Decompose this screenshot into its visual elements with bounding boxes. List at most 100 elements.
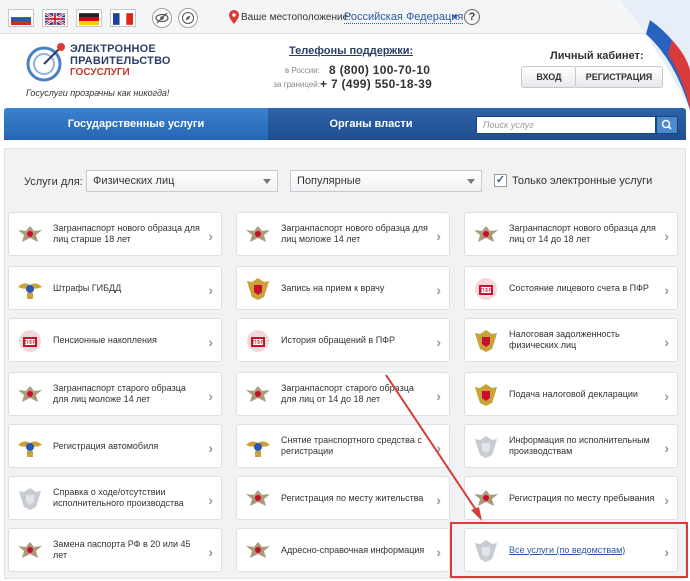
service-label: Состояние лицевого счета в ПФР <box>509 282 649 293</box>
support-phones-title[interactable]: Телефоны поддержки: <box>289 45 413 57</box>
eagle-emblem-icon <box>472 221 500 249</box>
only-electronic-label: Только электронные услуги <box>512 175 653 187</box>
service-label: Загранпаспорт старого образца для лиц мо… <box>53 383 186 404</box>
service-label: Запись на прием к врачу <box>281 282 385 293</box>
chevron-right-icon: › <box>208 492 213 508</box>
service-card[interactable]: Налоговая задолженность физических лиц › <box>464 318 678 362</box>
service-label: Информация по исполнительным производств… <box>509 435 650 456</box>
location-label: Ваше местоположение: <box>241 12 351 23</box>
pfr-emblem-icon: ПФР <box>244 327 272 355</box>
service-label: Регистрация автомобиля <box>53 440 159 451</box>
chevron-right-icon: › <box>208 334 213 350</box>
logo-text-line3: ГОСУСЛУГИ <box>70 67 130 78</box>
service-label: Загранпаспорт нового образца для лиц от … <box>509 223 656 244</box>
service-card[interactable]: Загранпаспорт нового образца для лиц мол… <box>236 212 450 256</box>
lang-french-flag-icon[interactable] <box>110 9 136 27</box>
service-label: Справка о ходе/отсутствии исполнительног… <box>53 487 184 508</box>
register-button[interactable]: РЕГИСТРАЦИЯ <box>575 66 663 88</box>
phone-abroad: + 7 (499) 550-18-39 <box>320 77 433 91</box>
chevron-right-icon: › <box>664 492 669 508</box>
tab-authorities[interactable]: Органы власти <box>268 108 474 140</box>
sort-select[interactable]: Популярные <box>290 170 482 192</box>
chevron-right-icon: › <box>208 228 213 244</box>
compass-icon[interactable] <box>178 8 198 28</box>
svg-text:ПФР: ПФР <box>252 340 263 346</box>
service-card[interactable]: Регистрация по месту пребывания › <box>464 476 678 520</box>
search-icon <box>661 119 672 130</box>
service-label: Регистрация по месту жительства <box>281 492 424 503</box>
service-label: Загранпаспорт нового образца для лиц ста… <box>53 223 200 244</box>
chevron-right-icon: › <box>664 282 669 298</box>
tab-gov-services[interactable]: Государственные услуги <box>4 108 268 140</box>
service-card[interactable]: Загранпаспорт старого образца для лиц от… <box>236 372 450 416</box>
service-card[interactable]: Снятие транспортного средства с регистра… <box>236 424 450 468</box>
service-label: Загранпаспорт старого образца для лиц от… <box>281 383 414 404</box>
login-button[interactable]: ВХОД <box>521 66 577 88</box>
gibdd-emblem-icon <box>244 433 272 461</box>
chevron-down-icon <box>263 179 271 184</box>
service-card[interactable]: Загранпаспорт старого образца для лиц мо… <box>8 372 222 416</box>
coat-of-arms-icon <box>244 275 272 303</box>
phone-abroad-label: за границей: <box>273 80 320 89</box>
chevron-right-icon: › <box>436 388 441 404</box>
only-electronic-checkbox[interactable]: ✓ <box>494 174 507 187</box>
gibdd-emblem-icon <box>16 433 44 461</box>
service-label: История обращений в ПФР <box>281 334 396 345</box>
service-card[interactable]: ПФР История обращений в ПФР › <box>236 318 450 362</box>
coat-of-arms-icon <box>472 327 500 355</box>
pfr-emblem-icon: ПФР <box>16 327 44 355</box>
service-label: Загранпаспорт нового образца для лиц мол… <box>281 223 428 244</box>
chevron-right-icon: › <box>664 388 669 404</box>
service-label: Регистрация по месту пребывания <box>509 492 655 503</box>
service-card[interactable]: Адресно-справочная информация › <box>236 528 450 572</box>
logo-text-line1: ЭЛЕКТРОННОЕ <box>70 43 156 55</box>
search-button[interactable] <box>656 116 678 134</box>
phone-russia: 8 (800) 100-70-10 <box>329 63 431 77</box>
chevron-right-icon: › <box>208 544 213 560</box>
service-card[interactable]: Регистрация по месту жительства › <box>236 476 450 520</box>
location-pin-icon <box>229 10 239 24</box>
service-label: Пенсионные накопления <box>53 334 157 345</box>
eagle-emblem-icon <box>244 381 272 409</box>
eagle-emblem-icon <box>244 221 272 249</box>
service-card[interactable]: Информация по исполнительным производств… <box>464 424 678 468</box>
service-card[interactable]: Запись на прием к врачу › <box>236 266 450 310</box>
chevron-right-icon: › <box>664 228 669 244</box>
service-label: Снятие транспортного средства с регистра… <box>281 435 422 456</box>
location-selector[interactable]: Российская Федерация <box>344 11 464 24</box>
service-card[interactable]: Регистрация автомобиля › <box>8 424 222 468</box>
service-card[interactable]: Справка о ходе/отсутствии исполнительног… <box>8 476 222 520</box>
help-icon[interactable]: ? <box>464 9 480 25</box>
service-card[interactable]: Загранпаспорт нового образца для лиц от … <box>464 212 678 256</box>
pfr-emblem-icon: ПФР <box>472 275 500 303</box>
accessibility-eye-icon[interactable] <box>152 8 172 28</box>
phone-russia-label: в России: <box>284 66 320 75</box>
eagle-emblem-icon <box>244 485 272 513</box>
lang-english-flag-icon[interactable] <box>42 9 68 27</box>
chevron-right-icon: › <box>436 228 441 244</box>
coat-of-arms-gray-icon <box>472 433 500 461</box>
logo-text-line2: ПРАВИТЕЛЬСТВО <box>70 55 171 67</box>
search-input[interactable]: Поиск услуг <box>476 116 656 134</box>
chevron-right-icon: › <box>664 440 669 456</box>
service-card[interactable]: ПФР Пенсионные накопления › <box>8 318 222 362</box>
audience-select[interactable]: Физических лиц <box>86 170 278 192</box>
service-card[interactable]: ПФР Состояние лицевого счета в ПФР › <box>464 266 678 310</box>
chevron-right-icon: › <box>208 282 213 298</box>
lang-russian-flag-icon[interactable] <box>8 9 34 27</box>
service-label: Замена паспорта РФ в 20 или 45 лет <box>53 539 191 560</box>
chevron-right-icon: › <box>436 544 441 560</box>
all-services-highlight <box>450 522 688 578</box>
sort-select-value: Популярные <box>297 175 361 187</box>
service-card[interactable]: Загранпаспорт нового образца для лиц ста… <box>8 212 222 256</box>
service-card[interactable]: Подача налоговой декларации › <box>464 372 678 416</box>
location-dropdown-arrow-icon[interactable] <box>452 15 458 19</box>
chevron-down-icon <box>467 179 475 184</box>
service-label: Подача налоговой декларации <box>509 388 638 399</box>
chevron-right-icon: › <box>436 440 441 456</box>
service-card[interactable]: Замена паспорта РФ в 20 или 45 лет › <box>8 528 222 572</box>
eagle-emblem-icon <box>16 381 44 409</box>
lang-german-flag-icon[interactable] <box>76 9 102 27</box>
coat-of-arms-gray-icon <box>16 485 44 513</box>
service-card[interactable]: Штрафы ГИБДД › <box>8 266 222 310</box>
